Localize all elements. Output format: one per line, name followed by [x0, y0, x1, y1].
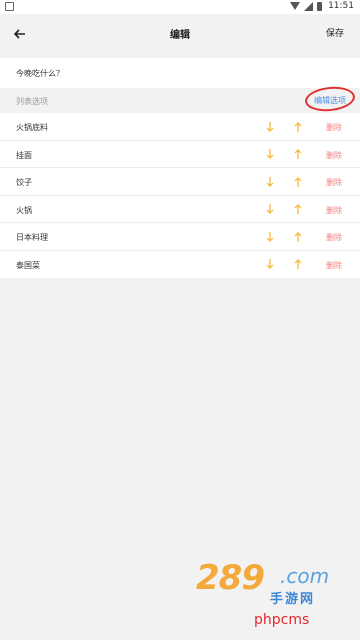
arrow-up-icon [294, 172, 302, 191]
list-item-name: 火锅 [16, 205, 32, 215]
notification-icon [5, 2, 14, 11]
move-down-button[interactable] [264, 230, 276, 242]
list-item-name: 饺子 [16, 178, 32, 187]
delete-button[interactable]: 删除 [326, 177, 342, 188]
delete-button[interactable]: 删除 [326, 232, 342, 243]
watermark-cn: 手游网 [270, 592, 316, 607]
move-up-button[interactable] [292, 175, 304, 187]
move-down-button[interactable] [264, 175, 276, 187]
battery-icon [317, 1, 323, 11]
move-up-button[interactable] [292, 203, 304, 215]
move-down-button[interactable] [264, 120, 276, 132]
arrow-up-icon [294, 227, 302, 246]
delete-button[interactable]: 删除 [326, 205, 342, 216]
watermark-logo: 289 .com 手游网 [196, 558, 346, 608]
move-up-button[interactable] [292, 230, 304, 242]
list-item: 泰国菜 删除 [0, 251, 360, 279]
arrow-up-icon [294, 199, 302, 218]
list-item: 火锅底料 删除 [0, 113, 360, 141]
edit-options-link[interactable]: 编辑选项 [314, 95, 346, 106]
signal-icon [304, 1, 314, 11]
app-bar: 编辑 保存 [0, 14, 360, 54]
arrow-down-icon [266, 117, 274, 136]
delete-button[interactable]: 删除 [326, 150, 342, 161]
list-item: 饺子 删除 [0, 168, 360, 196]
list-item: 挂面 删除 [0, 141, 360, 168]
move-up-button[interactable] [292, 258, 304, 270]
list-item-name: 挂面 [16, 150, 32, 160]
arrow-up-icon [294, 254, 302, 273]
wifi-icon [290, 2, 301, 10]
list-header-label: 列表选项 [16, 97, 48, 106]
move-down-button[interactable] [264, 148, 276, 160]
list-item: 火锅 删除 [0, 196, 360, 223]
status-time: 11:51 [328, 1, 354, 11]
footer-logo: phpcms [254, 612, 310, 628]
list-item-name: 泰国菜 [16, 260, 40, 270]
list-item-name: 火锅底料 [16, 123, 48, 132]
arrow-down-icon [266, 227, 274, 246]
watermark-suffix: .com [280, 564, 330, 588]
arrow-down-icon [266, 254, 274, 273]
arrow-up-icon [294, 144, 302, 163]
option-list: 火锅底料 删除 挂面 删除 饺子 删除 火锅 删除 日本料理 删除 泰国菜 删除 [0, 113, 360, 278]
watermark-number: 289 [196, 558, 265, 598]
page-title: 编辑 [170, 30, 190, 41]
arrow-down-icon [266, 172, 274, 191]
question-row: 今晚吃什么？ [0, 58, 360, 88]
question-text: 今晚吃什么？ [16, 69, 64, 78]
arrow-down-icon [266, 199, 274, 218]
delete-button[interactable]: 删除 [326, 122, 342, 133]
move-down-button[interactable] [264, 258, 276, 270]
status-icons: 11:51 [290, 1, 354, 11]
arrow-down-icon [266, 144, 274, 163]
list-header: 列表选项 编辑选项 [0, 84, 360, 114]
move-up-button[interactable] [292, 120, 304, 132]
arrow-up-icon [294, 117, 302, 136]
save-button[interactable]: 保存 [326, 26, 344, 39]
move-up-button[interactable] [292, 148, 304, 160]
move-down-button[interactable] [264, 203, 276, 215]
status-bar: 11:51 [0, 0, 360, 14]
list-item-name: 日本料理 [16, 233, 48, 242]
delete-button[interactable]: 删除 [326, 260, 342, 271]
list-item: 日本料理 删除 [0, 223, 360, 251]
